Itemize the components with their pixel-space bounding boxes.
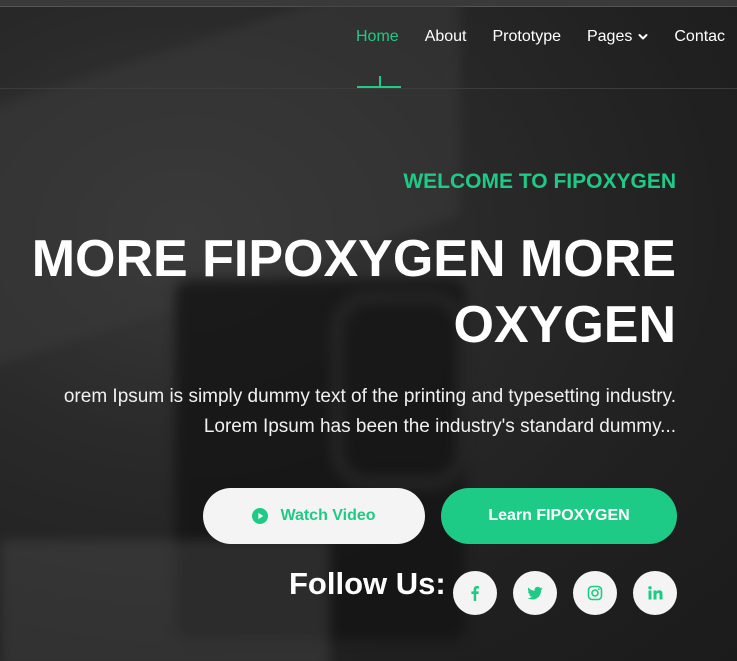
linkedin-link[interactable] — [633, 571, 677, 615]
watch-video-label: Watch Video — [280, 507, 376, 524]
nav-item-about[interactable]: About — [425, 28, 467, 46]
nav-active-tick — [379, 76, 381, 86]
twitter-link[interactable] — [513, 571, 557, 615]
nav-item-prototype[interactable]: Prototype — [493, 28, 561, 46]
instagram-icon — [587, 585, 603, 601]
linkedin-icon — [648, 586, 663, 600]
follow-us-label: Follow Us: — [289, 566, 446, 601]
hero-description-line-1: orem Ipsum is simply dummy text of the p… — [63, 386, 676, 407]
facebook-link[interactable] — [453, 571, 497, 615]
instagram-link[interactable] — [573, 571, 617, 615]
main-nav: Home About Prototype Pages Contac — [356, 28, 737, 46]
hero-description-line-2: Lorem Ipsum has been the industry's stan… — [203, 416, 676, 437]
background-floor — [0, 540, 330, 661]
hero-section: Home About Prototype Pages Contac WELCOM… — [0, 0, 737, 661]
nav-item-home[interactable]: Home — [356, 28, 399, 46]
learn-fipoxygen-button[interactable]: Learn FIPOXYGEN — [441, 488, 677, 544]
hero-description: orem Ipsum is simply dummy text of the p… — [0, 382, 676, 442]
twitter-icon — [527, 586, 543, 600]
nav-divider — [0, 88, 737, 89]
hero-title: MORE FIPOXYGEN MORE OXYGEN — [31, 230, 676, 354]
watch-video-button[interactable]: Watch Video — [203, 488, 425, 544]
nav-item-pages[interactable]: Pages — [587, 28, 648, 46]
play-icon — [252, 508, 269, 524]
nav-item-contact[interactable]: Contac — [674, 28, 725, 46]
chevron-down-icon — [638, 34, 648, 40]
nav-item-pages-label: Pages — [586, 28, 633, 45]
nav-active-indicator — [357, 86, 401, 88]
hero-eyebrow: WELCOME TO FIPOXYGEN — [403, 170, 676, 193]
facebook-icon — [471, 586, 479, 601]
